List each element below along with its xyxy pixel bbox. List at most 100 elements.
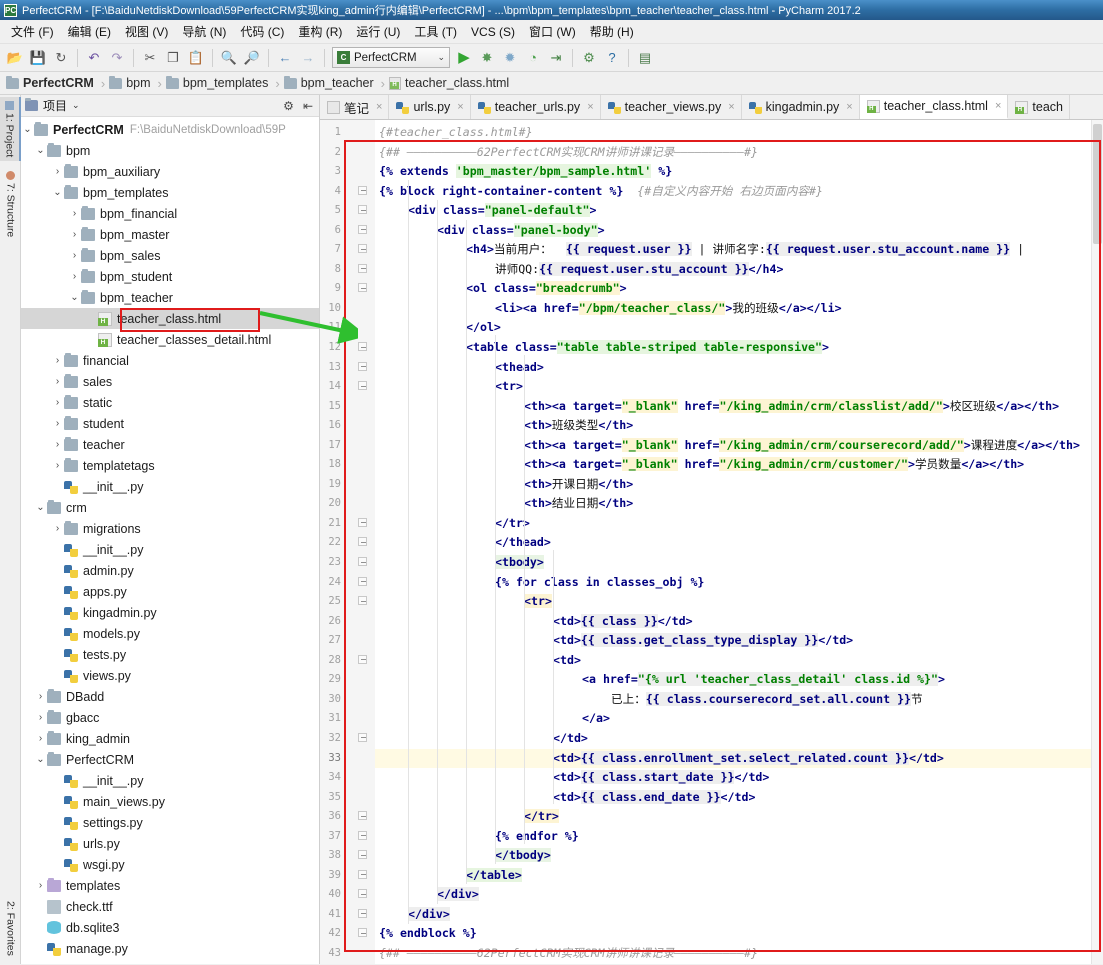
menu-edit[interactable]: 编辑 (E) [61,20,118,43]
help-icon[interactable]: ? [601,47,623,69]
fold-toggle-icon[interactable] [358,830,367,840]
fold-toggle-icon[interactable] [358,576,367,586]
menu-run[interactable]: 运行 (U) [349,20,407,43]
code-editor[interactable]: {#teacher_class.html#} {## ——————————62Pe… [375,120,1091,964]
tree-node[interactable]: › gbacc [21,707,319,728]
chevron-right-icon[interactable]: › [51,397,64,408]
save-all-icon[interactable]: 💾 [27,47,49,69]
breadcrumb-item-bpm-templates[interactable]: bpm_templates [165,75,271,90]
menu-file[interactable]: 文件 (F) [4,20,61,43]
code-line[interactable]: <td>{{ class.start_date }}</td> [375,768,1091,788]
code-line[interactable]: {## ——————————62PerfectCRM实现CRM讲师讲课记录———… [375,944,1091,964]
chevron-right-icon[interactable]: › [34,691,47,702]
code-line[interactable]: </thead> [375,533,1091,553]
code-line[interactable]: <tr> [375,377,1091,397]
tree-node[interactable]: › DBadd [21,686,319,707]
chevron-right-icon[interactable]: › [51,376,64,387]
code-line[interactable]: </tr> [375,807,1091,827]
tree-node[interactable]: › bpm_sales [21,245,319,266]
tree-node[interactable]: › financial [21,350,319,371]
code-line[interactable]: <th>结业日期</th> [375,494,1091,514]
code-line[interactable]: {% endfor %} [375,827,1091,847]
chevron-down-icon[interactable]: ⌄ [21,124,34,135]
code-line[interactable]: <th><a target="_blank" href="/king_admin… [375,455,1091,475]
tree-node[interactable]: wsgi.py [21,854,319,875]
cut-icon[interactable]: ✂ [139,47,161,69]
tree-node[interactable]: › sales [21,371,319,392]
close-icon[interactable]: × [846,101,852,113]
close-icon[interactable]: × [995,100,1001,112]
close-icon[interactable]: × [376,101,382,113]
tree-node[interactable]: __init__.py [21,539,319,560]
fold-toggle-icon[interactable] [358,557,367,567]
code-line[interactable]: {% for class in classes_obj %} [375,573,1091,593]
tree-node[interactable]: › templates [21,875,319,896]
chevron-right-icon[interactable]: › [68,229,81,240]
fold-toggle-icon[interactable] [358,889,367,899]
fold-toggle-icon[interactable] [358,283,367,293]
database-icon[interactable]: ▤ [634,47,656,69]
tree-node[interactable]: __init__.py [21,476,319,497]
code-line[interactable]: </div> [375,885,1091,905]
tree-node[interactable]: ⌄ PerfectCRM [21,749,319,770]
editor-tab[interactable]: 笔记 × [320,95,390,119]
chevron-right-icon[interactable]: › [68,208,81,219]
chevron-right-icon[interactable]: › [34,712,47,723]
code-line[interactable]: <td> [375,651,1091,671]
chevron-right-icon[interactable]: › [68,250,81,261]
debug-icon[interactable]: ✸ [476,47,498,69]
tree-node[interactable]: urls.py [21,833,319,854]
tree-node[interactable]: db.sqlite3 [21,917,319,938]
fold-toggle-icon[interactable] [358,244,367,254]
chevron-down-icon[interactable]: ⌄ [68,292,81,303]
menu-help[interactable]: 帮助 (H) [583,20,641,43]
code-line[interactable]: <th><a target="_blank" href="/king_admin… [375,397,1091,417]
menu-navigate[interactable]: 导航 (N) [175,20,233,43]
tree-node[interactable]: ⌄ bpm_templates [21,182,319,203]
paste-icon[interactable]: 📋 [185,47,207,69]
close-icon[interactable]: × [457,101,463,113]
code-line[interactable]: 已上：{{ class.courserecord_set.all.count }… [375,690,1091,710]
close-icon[interactable]: × [728,101,734,113]
code-line[interactable]: <td>{{ class.get_class_type_display }}</… [375,631,1091,651]
code-line[interactable]: <td>{{ class.enrollment_set.select_relat… [375,748,1091,769]
chevron-down-icon[interactable]: ⌄ [34,754,47,765]
tree-node[interactable]: › bpm_student [21,266,319,287]
fold-toggle-icon[interactable] [358,517,367,527]
sidebar-item-structure[interactable]: 7: Structure [0,167,21,241]
code-line[interactable]: <div class="panel-body"> [375,221,1091,241]
tree-node[interactable]: views.py [21,665,319,686]
code-line[interactable]: </div> [375,905,1091,925]
fold-toggle-icon[interactable] [358,263,367,273]
chevron-right-icon[interactable]: › [34,733,47,744]
chevron-down-icon[interactable]: ⌄ [34,145,47,156]
run-icon[interactable]: ▶ [453,47,475,69]
chevron-right-icon[interactable]: › [51,439,64,450]
fold-toggle-icon[interactable] [358,908,367,918]
project-tree[interactable]: ⌄ PerfectCRM F:\BaiduNetdiskDownload\59P ⌄ b… [21,117,319,964]
code-line[interactable]: <tr> [375,592,1091,612]
redo-icon[interactable]: ↷ [106,47,128,69]
tree-node[interactable]: › static [21,392,319,413]
sidebar-item-favorites[interactable]: 2: Favorites [0,897,21,960]
chevron-down-icon[interactable]: ⌄ [34,502,47,513]
code-line[interactable]: 讲师QQ:{{ request.user.stu_account }}</h4> [375,260,1091,280]
tree-node[interactable]: › bpm_financial [21,203,319,224]
chevron-right-icon[interactable]: › [68,271,81,282]
code-line[interactable]: </td> [375,729,1091,749]
tree-node[interactable]: teacher_class.html [21,308,319,329]
menu-refactor[interactable]: 重构 (R) [291,20,349,43]
tree-node[interactable]: check.ttf [21,896,319,917]
menu-vcs[interactable]: VCS (S) [464,22,522,42]
tree-node[interactable]: manage.py [21,938,319,959]
code-line[interactable]: </table> [375,866,1091,886]
code-line[interactable]: <th>班级类型</th> [375,416,1091,436]
fold-toggle-icon[interactable] [358,811,367,821]
chevron-right-icon[interactable]: › [34,880,47,891]
fold-toggle-icon[interactable] [358,381,367,391]
forward-icon[interactable]: → [297,47,319,69]
editor-tab[interactable]: teacher_class.html × [859,95,1009,119]
code-line[interactable]: <div class="panel-default"> [375,201,1091,221]
tree-node[interactable]: ⌄ bpm_teacher [21,287,319,308]
breadcrumb-item-teacher-class-html[interactable]: teacher_class.html [389,76,512,90]
